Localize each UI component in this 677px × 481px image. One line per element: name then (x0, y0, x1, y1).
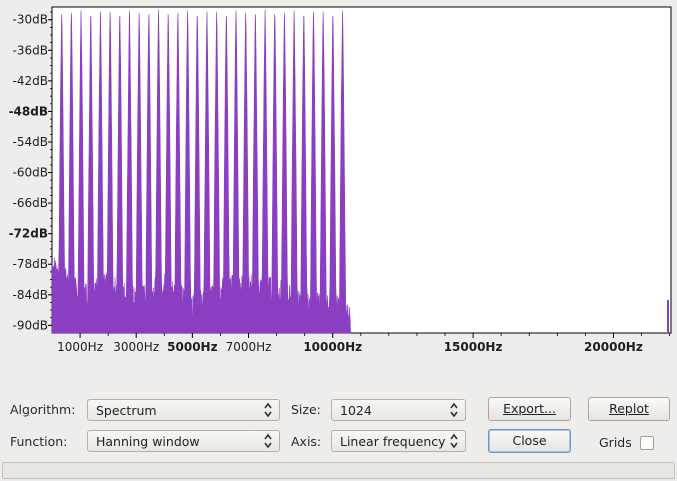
function-value: Hanning window (96, 434, 200, 449)
spectrum-edge-blip (667, 300, 669, 333)
plot-frame (51, 6, 672, 334)
y-tick-label: -30dB (13, 13, 48, 27)
function-label: Function: (10, 434, 68, 449)
x-tick-label: 3000Hz (113, 340, 159, 354)
x-tick-label: 1000Hz (57, 340, 103, 354)
export-button[interactable]: Export... (488, 397, 571, 421)
spectrum-plot: -30dB -36dB -42dB -48dB -54dB -60dB -66dB -72dB… (0, 0, 677, 360)
replot-button[interactable]: Replot (588, 397, 670, 421)
function-select[interactable]: Hanning window (87, 430, 280, 452)
y-tick-label: -90dB (13, 318, 48, 332)
close-button-label: Close (512, 433, 547, 448)
algorithm-label: Algorithm: (10, 402, 76, 417)
axis-select[interactable]: Linear frequency (331, 430, 466, 452)
chevron-updown-icon (450, 433, 458, 449)
status-bar (2, 462, 675, 479)
close-button[interactable]: Close (488, 429, 571, 453)
x-tick-label: 7000Hz (226, 340, 272, 354)
chevron-updown-icon (450, 402, 458, 418)
x-tick-label: 5000Hz (167, 340, 217, 354)
x-tick-label: 20000Hz (584, 340, 643, 354)
y-tick-label: -84dB (13, 288, 48, 302)
y-tick-label: -54dB (13, 135, 48, 149)
size-label: Size: (291, 402, 321, 417)
spectrum-chart: -30dB -36dB -42dB -48dB -54dB -60dB -66dB -72dB… (9, 6, 672, 354)
y-tick-label: -36dB (13, 43, 48, 57)
size-value: 1024 (340, 403, 372, 418)
x-tick-label: 15000Hz (444, 340, 503, 354)
axis-label: Axis: (291, 434, 322, 449)
y-tick-label: -66dB (13, 196, 48, 210)
y-tick-label: -78dB (13, 257, 48, 271)
algorithm-select[interactable]: Spectrum (87, 399, 280, 421)
grids-checkbox[interactable] (640, 436, 654, 450)
algorithm-value: Spectrum (96, 403, 157, 418)
x-tick-label: 10000Hz (303, 340, 362, 354)
export-button-label: Export... (503, 401, 556, 416)
replot-button-label: Replot (609, 401, 649, 416)
chevron-updown-icon (264, 402, 272, 418)
chevron-updown-icon (264, 433, 272, 449)
size-select[interactable]: 1024 (331, 399, 466, 421)
y-tick-label: -42dB (13, 74, 48, 88)
y-tick-label: -60dB (13, 166, 48, 180)
y-tick-label: -48dB (9, 104, 48, 118)
y-tick-label: -72dB (9, 227, 48, 241)
grids-label: Grids (599, 435, 632, 450)
axis-value: Linear frequency (340, 434, 446, 449)
